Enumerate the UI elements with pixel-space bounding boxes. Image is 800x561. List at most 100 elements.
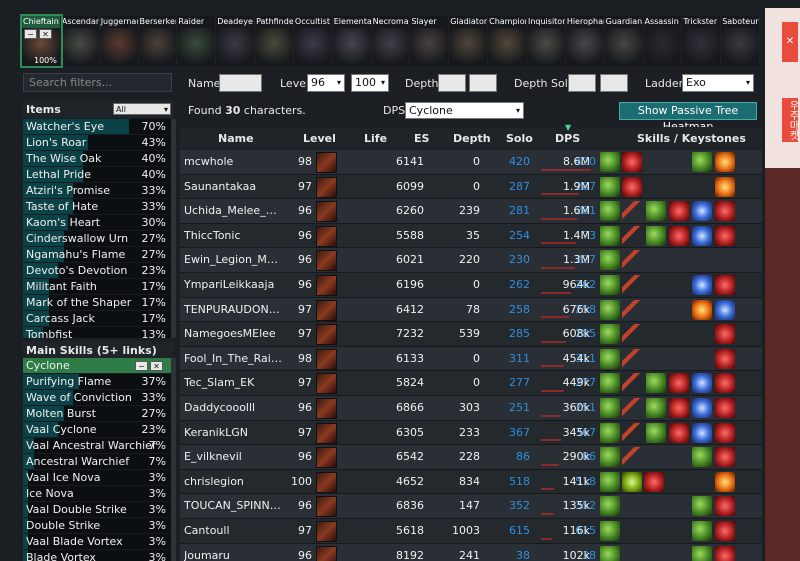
cyclone-keystone-icon[interactable] [692, 545, 712, 561]
cyclone-keystone-icon[interactable] [646, 422, 666, 443]
table-row[interactable]: Ewin_Legion_Mar... 96 6021 220 230 227 1… [180, 248, 762, 273]
char-name[interactable]: TENPURAUDON_... [184, 298, 282, 322]
axe-skill-icon[interactable] [622, 225, 642, 246]
char-name[interactable]: E_vilknevil [184, 445, 282, 469]
class-hierophant[interactable]: Hierophant [565, 16, 605, 66]
name-input[interactable] [219, 74, 262, 92]
char-name[interactable]: Ewin_Legion_Mar... [184, 248, 282, 272]
blue-keystone-icon[interactable] [692, 201, 712, 222]
axe-skill-icon[interactable] [622, 250, 642, 271]
table-row[interactable]: E_vilknevil 96 6542 228 86 86 290k [180, 445, 762, 470]
passive-tree-heatmap-button[interactable]: Show Passive Tree Heatmap [619, 102, 757, 133]
red-keystone-icon[interactable] [715, 545, 735, 561]
blue-keystone-icon[interactable] [692, 225, 712, 246]
col-es[interactable]: ES [414, 132, 429, 145]
cyclone-keystone-icon[interactable] [692, 152, 712, 172]
ladder-select[interactable]: Exo ▾ [682, 74, 754, 92]
red-keystone-icon[interactable] [669, 225, 689, 246]
list-item[interactable]: Ngamahu's Flame 27% [23, 247, 174, 263]
ad-close-icon[interactable]: ✕ [782, 22, 798, 62]
list-item[interactable]: Lion's Roar 43% [23, 135, 174, 151]
depth-min-input[interactable] [438, 74, 466, 92]
cyclone-skill-icon[interactable] [600, 520, 620, 541]
class-minus-button[interactable]: − [24, 29, 37, 39]
items-filter-select[interactable]: All ▾ [113, 103, 171, 115]
list-item[interactable]: Cinderswallow Urn 27% [23, 231, 174, 247]
table-row[interactable]: mcwhole 98 6141 0 420 420 8.6M [180, 150, 762, 175]
table-row[interactable]: TENPURAUDON_... 97 6412 78 258 258 676k [180, 297, 762, 323]
axe-skill-icon[interactable] [622, 324, 642, 345]
list-item[interactable]: Wave of Conviction 33% [23, 390, 174, 406]
level-min-select[interactable]: 96 ▾ [307, 74, 345, 92]
list-item[interactable]: Ice Nova 3% [23, 486, 174, 502]
class-remove-button[interactable]: ✕ [39, 29, 52, 39]
red-keystone-icon[interactable] [715, 225, 735, 246]
class-necromancer[interactable]: Necromancer [371, 16, 411, 66]
class-berserker[interactable]: Berserker [138, 16, 178, 66]
skill-minus-button[interactable]: − [135, 361, 148, 371]
list-item[interactable]: Molten Burst 27% [23, 406, 174, 422]
cyclone-skill-icon[interactable] [600, 176, 620, 197]
blue-keystone-icon[interactable] [692, 397, 712, 418]
char-name[interactable]: Uchida_Melee_Ret... [184, 199, 282, 223]
list-item[interactable]: Watcher's Eye 70% [23, 119, 174, 135]
list-item[interactable]: Lethal Pride 40% [23, 167, 174, 183]
axe-skill-icon[interactable] [622, 397, 642, 418]
list-item[interactable]: Vaal Ancestral Warchief 7% [23, 438, 174, 454]
red-keystone-icon[interactable] [669, 373, 689, 394]
red-keystone-icon[interactable] [715, 274, 735, 295]
list-item[interactable]: Double Strike 3% [23, 518, 174, 534]
cyclone-skill-icon[interactable] [600, 496, 620, 517]
table-row[interactable]: KeranikLGN 97 6305 233 367 367 345k [180, 420, 762, 446]
axe-skill-icon[interactable] [622, 299, 642, 320]
red-skill-icon[interactable] [622, 152, 642, 172]
class-pathfinder[interactable]: Pathfinder [255, 16, 294, 66]
red-keystone-icon[interactable] [715, 348, 735, 369]
class-saboteur[interactable]: Saboteur [721, 16, 761, 66]
char-name[interactable]: TOUCAN_SPINNIN... [184, 494, 282, 518]
blue-keystone-icon[interactable] [692, 373, 712, 394]
list-item[interactable]: Atziri's Promise 33% [23, 183, 174, 199]
col-name[interactable]: Name [218, 132, 254, 145]
list-item[interactable]: Carcass Jack 17% [23, 311, 174, 327]
table-row[interactable]: NamegoesMElee 97 7232 539 285 285 608k [180, 322, 762, 347]
fire-keystone-icon[interactable] [715, 471, 735, 492]
blue-keystone-icon[interactable] [715, 299, 735, 320]
class-ascendant[interactable]: Ascendant [60, 16, 100, 66]
depth-max-input[interactable] [469, 74, 497, 92]
list-item[interactable]: Blade Vortex 3% [23, 550, 174, 561]
list-item[interactable]: Vaal Double Strike 3% [23, 502, 174, 518]
cyclone-keystone-icon[interactable] [646, 225, 666, 246]
class-assassin[interactable]: Assassin [643, 16, 683, 66]
list-item[interactable]: Ancestral Warchief 7% [23, 454, 174, 470]
level-max-select[interactable]: 100 ▾ [351, 74, 389, 92]
depth-solo-max-input[interactable] [600, 74, 628, 92]
green2-skill-icon[interactable] [622, 471, 642, 492]
char-name[interactable]: Saunantakaa [184, 175, 282, 199]
cyclone-skill-icon[interactable] [600, 348, 620, 369]
table-row[interactable]: Tec_Slam_EK 97 5824 0 277 277 449k [180, 371, 762, 396]
class-inquisitor[interactable]: Inquisitor [526, 16, 566, 66]
red-skill-icon[interactable] [644, 471, 664, 492]
ad-banner[interactable]: ✕ 우주마켓 [765, 8, 800, 561]
fire-keystone-icon[interactable] [692, 299, 712, 320]
cyclone-skill-icon[interactable] [600, 250, 620, 271]
char-name[interactable]: Fool_In_The_Rain_ [184, 347, 282, 371]
skills-scrollbar[interactable] [171, 358, 176, 561]
cyclone-skill-icon[interactable] [600, 422, 620, 443]
cyclone-skill-icon[interactable] [600, 274, 620, 295]
red-skill-icon[interactable] [622, 176, 642, 197]
char-name[interactable]: Daddycooolll [184, 396, 282, 420]
char-name[interactable]: YmpariLeikkaaja [184, 273, 282, 297]
class-champion[interactable]: Champion [488, 16, 527, 66]
red-keystone-icon[interactable] [715, 397, 735, 418]
list-item[interactable]: Militant Faith 17% [23, 279, 174, 295]
list-item[interactable]: Devoto's Devotion 23% [23, 263, 174, 279]
table-row[interactable]: Fool_In_The_Rain_ 98 6133 0 311 311 454k [180, 346, 762, 372]
cyclone-keystone-icon[interactable] [692, 496, 712, 517]
list-item[interactable]: Purifying Flame 37% [23, 374, 174, 390]
fire-keystone-icon[interactable] [715, 176, 735, 197]
col-solo[interactable]: Solo [506, 132, 533, 145]
char-name[interactable]: chrislegion [184, 470, 282, 494]
red-keystone-icon[interactable] [715, 373, 735, 394]
